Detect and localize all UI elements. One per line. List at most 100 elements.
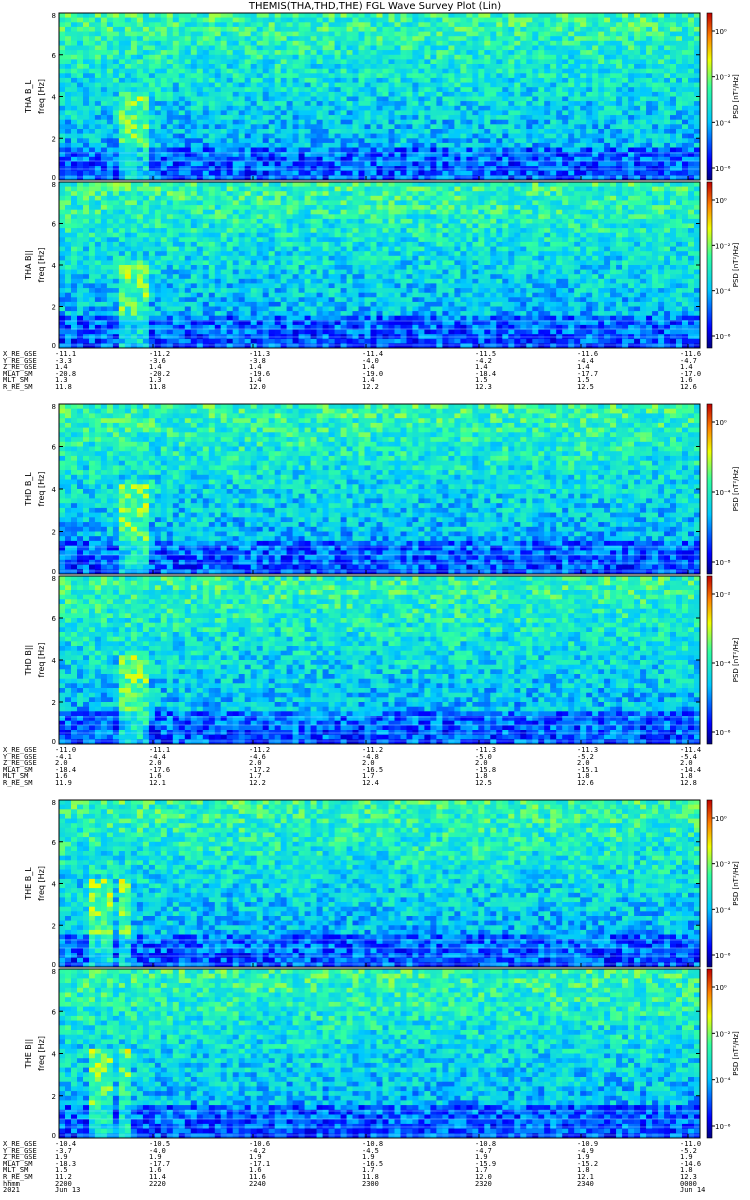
spectrogram-cell	[262, 64, 269, 69]
spectrogram-cell	[394, 161, 401, 167]
spectrogram-cell	[586, 129, 593, 134]
spectrogram-cell	[184, 96, 192, 102]
spectrogram-cell	[77, 209, 84, 215]
spectrogram-cell	[508, 77, 515, 83]
spectrogram-cell	[574, 129, 581, 134]
spectrogram-cell	[622, 77, 629, 83]
spectrogram-cell	[460, 22, 467, 28]
spectrogram-cell	[59, 255, 66, 261]
spectrogram-cell	[214, 40, 222, 46]
spectrogram-cell	[118, 166, 126, 171]
spectrogram-cell	[154, 68, 162, 74]
spectrogram-cell	[220, 133, 227, 139]
spectrogram-cell	[412, 13, 419, 18]
spectrogram-cell	[640, 133, 647, 139]
spectrogram-cell	[244, 31, 251, 37]
spectrogram-cell	[71, 186, 78, 192]
spectrogram-cell	[280, 59, 287, 65]
spectrogram-cell	[196, 260, 204, 266]
spectrogram-cell	[154, 170, 162, 176]
spectrogram-cell	[178, 329, 186, 335]
spectrogram-cell	[166, 96, 174, 102]
spectrogram-cell	[59, 54, 66, 60]
spectrogram-cell	[670, 26, 677, 32]
spectrogram-cell	[136, 133, 144, 139]
spectrogram-cell	[274, 119, 281, 125]
spectrogram-cell	[526, 13, 533, 18]
spectrogram-cell	[358, 45, 365, 51]
spectrogram-cell	[154, 13, 162, 18]
spectrogram-cell	[298, 64, 305, 69]
spectrogram-cell	[160, 228, 168, 233]
spectrogram-cell	[652, 31, 659, 37]
spectrogram-cell	[77, 218, 84, 224]
spectrogram-cell	[256, 147, 263, 153]
spectrogram-cell	[160, 133, 168, 139]
spectrogram-cell	[640, 13, 647, 18]
spectrogram-cell	[100, 31, 108, 37]
spectrogram-cell	[250, 26, 257, 32]
spectrogram-cell	[136, 31, 144, 37]
spectrogram-cell	[77, 13, 84, 18]
spectrogram-cell	[286, 105, 293, 111]
spectrogram-cell	[652, 13, 659, 18]
spectrogram-cell	[334, 166, 341, 171]
spectrogram-cell	[406, 82, 413, 88]
spectrogram-cell	[226, 260, 233, 266]
spectrogram-cell	[184, 329, 192, 335]
spectrogram-cell	[424, 40, 431, 46]
spectrogram-cell	[436, 147, 443, 153]
spectrogram-cell	[664, 59, 671, 65]
spectrogram-cell	[514, 96, 521, 102]
spectrogram-cell	[280, 129, 287, 134]
spectrogram-cell	[83, 54, 90, 60]
spectrogram-cell	[71, 274, 78, 280]
spectrogram-cell	[208, 119, 216, 125]
spectrogram-cell	[400, 50, 407, 55]
spectrogram-cell	[214, 195, 222, 201]
spectrogram-cell	[382, 36, 389, 42]
spectrogram-cell	[586, 170, 593, 176]
spectrogram-cell	[316, 50, 323, 55]
spectrogram-cell	[220, 36, 227, 42]
spectrogram-cell	[670, 142, 677, 148]
spectrogram-cell	[412, 142, 419, 148]
spectrogram-cell	[412, 124, 419, 130]
spectrogram-cell	[538, 45, 545, 51]
spectrogram-cell	[256, 170, 263, 176]
spectrogram-cell	[65, 214, 72, 220]
spectrogram-cell	[190, 147, 198, 153]
spectrogram-cell	[118, 101, 126, 106]
spectrogram-cell	[142, 36, 150, 42]
spectrogram-cell	[208, 278, 216, 284]
spectrogram-cell	[71, 40, 78, 46]
spectrogram-cell	[166, 105, 174, 111]
spectrogram-cell	[502, 45, 509, 51]
spectrogram-cell	[418, 105, 425, 111]
spectrogram-cell	[178, 292, 186, 298]
spectrogram-cell	[106, 40, 114, 46]
spectrogram-cell	[694, 68, 701, 74]
spectrogram-cell	[250, 119, 257, 125]
spectrogram-cell	[106, 138, 114, 144]
spectrogram-cell	[448, 26, 455, 32]
spectrogram-cell	[556, 64, 563, 69]
spectrogram-cell	[220, 105, 227, 111]
spectrogram-cell	[658, 68, 665, 74]
spectrogram-cell	[670, 119, 677, 125]
spectrogram-cell	[616, 133, 623, 139]
spectrogram-cell	[124, 142, 132, 148]
spectrogram-cell	[532, 77, 539, 83]
spectrogram-cell	[478, 54, 485, 60]
spectrogram-cell	[184, 133, 192, 139]
spectrogram-cell	[604, 73, 611, 79]
spectrogram-cell	[406, 101, 413, 106]
spectrogram-cell	[640, 91, 647, 97]
spectrogram-cell	[406, 161, 413, 167]
spectrogram-cell	[334, 115, 341, 120]
spectrogram-cell	[388, 147, 395, 153]
spectrogram-cell	[94, 200, 102, 206]
spectrogram-cell	[568, 147, 575, 153]
spectrogram-cell	[226, 91, 233, 97]
spectrogram-cell	[628, 161, 635, 167]
